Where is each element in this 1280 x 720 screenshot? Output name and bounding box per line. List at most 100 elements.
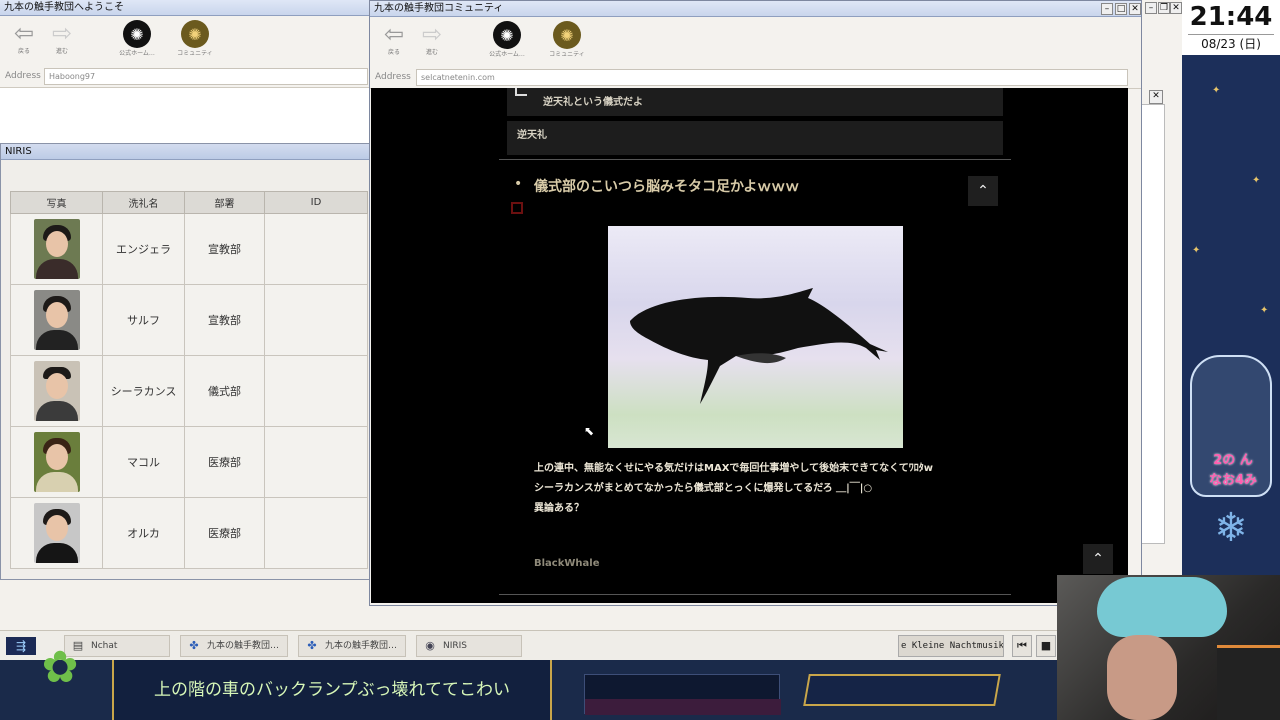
name-cell: オルカ (102, 497, 185, 569)
welcome-titlebar[interactable]: 九本の触手教団へようこそ (0, 0, 371, 16)
reply-item: 逆天礼 (507, 121, 1003, 155)
collapse-chevron-icon[interactable]: ⌃ (968, 176, 998, 206)
dept-cell: 儀式部 (184, 355, 265, 427)
previous-icon[interactable]: ⏮ (1012, 635, 1032, 657)
niris-titlebar[interactable]: NIRIS (1, 144, 371, 160)
official-home-button[interactable]: ✺ 公式ホーム… (482, 21, 532, 58)
official-home-label: 公式ホーム… (489, 51, 525, 58)
stop-icon[interactable]: ■ (1036, 635, 1056, 657)
id-cell (264, 426, 368, 498)
back-label: 戻る (17, 48, 30, 55)
cactus-mascot-icon: ✿ (41, 642, 79, 693)
photo-cell (10, 355, 103, 427)
whale-image (608, 226, 903, 448)
forum-content: 逆天礼という儀式だよ 逆天礼 • 儀式部のこいつら脳みそタコ足かよｗｗｗ ⌃ 上… (371, 88, 1128, 603)
music-player[interactable]: e Kleine Nachtmusik _ (898, 635, 1004, 657)
taskbar-item[interactable]: ✤ 九本の触手教団… (298, 635, 406, 657)
post-author[interactable]: BlackWhale (534, 558, 599, 569)
browser-icon: ✤ (307, 639, 317, 652)
table-row[interactable]: エンジェラ 宣教部 (10, 213, 368, 285)
id-cell (264, 213, 368, 285)
forward-button[interactable]: ⇨ 進む (40, 20, 84, 55)
name-cell: マコル (102, 426, 185, 498)
official-home-button[interactable]: ✺ 公式ホーム… (112, 20, 162, 57)
close-icon[interactable]: ✕ (1149, 90, 1163, 104)
community-label: コミュニティ (549, 51, 585, 58)
address-label: Address (5, 71, 41, 81)
dept-cell: 医療部 (184, 497, 265, 569)
community-title: 九本の触手教団コミュニティ (374, 3, 504, 14)
star-icon: ✦ (1252, 175, 1261, 186)
game-preview (584, 674, 781, 715)
photo-cell (10, 284, 103, 356)
restore-icon[interactable]: ❐ (1158, 2, 1170, 14)
table-row[interactable]: オルカ 医療部 (10, 497, 368, 569)
name-cell: サルフ (102, 284, 185, 356)
id-cell (264, 497, 368, 569)
id-cell (264, 284, 368, 356)
clock-date: 08/23 (日) (1188, 34, 1274, 52)
scroll-top-icon[interactable]: ⌃ (1083, 544, 1113, 574)
hand (1107, 635, 1177, 720)
stream-subtitle: 上の階の車のバックランプぶっ壊れててこわい (112, 660, 552, 720)
background-window: – ❐ ✕ ✕ (1140, 0, 1182, 580)
scrollbar[interactable] (1141, 104, 1165, 544)
col-department[interactable]: 部署 (184, 191, 265, 214)
community-address-bar: Address selcatnetenin.com (370, 67, 1141, 89)
col-id[interactable]: ID (264, 191, 368, 214)
keyboard (1217, 645, 1280, 720)
maximize-icon[interactable]: □ (1115, 3, 1127, 15)
taskbar: ⇶ ▤ Nchat ✤ 九本の触手教団… ✤ 九本の触手教団… ◉ NIRIS e Kl… (0, 630, 1060, 660)
badge-top-text: 2の ん (1213, 453, 1253, 468)
table-row[interactable]: サルフ 宣教部 (10, 284, 368, 356)
bookmark-icon[interactable] (511, 202, 523, 214)
minimize-icon[interactable]: – (1101, 3, 1113, 15)
clock-time: 21:44 (1189, 2, 1273, 32)
dept-cell: 宣教部 (184, 213, 265, 285)
address-input[interactable]: Haboong97 (44, 68, 368, 85)
welcome-title: 九本の触手教団へようこそ (4, 2, 124, 13)
taskbar-item-label: NIRIS (443, 641, 468, 651)
community-button[interactable]: ✺ コミュニティ (542, 21, 592, 58)
divider (499, 594, 1011, 595)
reply-item: 逆天礼という儀式だよ (507, 88, 1003, 116)
taskbar-item[interactable]: ✤ 九本の触手教団… (180, 635, 288, 657)
plush-toy (1097, 577, 1227, 637)
clock-panel: 21:44 08/23 (日) (1182, 0, 1280, 55)
col-photo[interactable]: 写真 (10, 191, 103, 214)
reply-text: 逆天礼 (517, 130, 547, 141)
reply-text: 逆天礼という儀式だよ (543, 97, 643, 108)
star-icon: ✦ (1192, 245, 1201, 256)
browser-icon: ✤ (189, 639, 199, 652)
col-baptism-name[interactable]: 洗礼名 (102, 191, 185, 214)
forward-button[interactable]: ⇨ 進む (410, 21, 454, 56)
mouse-cursor-icon: ⬉ (584, 424, 595, 438)
taskbar-item[interactable]: ◉ NIRIS (416, 635, 522, 657)
id-cell (264, 355, 368, 427)
forward-label: 進む (425, 49, 438, 56)
close-icon[interactable]: ✕ (1170, 2, 1182, 14)
photo-cell (10, 426, 103, 498)
name-cell: シーラカンス (102, 355, 185, 427)
community-emblem-icon: ✺ (553, 21, 581, 49)
stream-side-panel: ✦ ✦ ✦ ✦ 2の ん なお4み ❄ (1182, 55, 1280, 575)
niris-icon: ◉ (425, 639, 435, 652)
minimize-icon[interactable]: – (1145, 2, 1157, 14)
back-label: 戻る (387, 49, 400, 56)
close-icon[interactable]: ✕ (1129, 3, 1141, 15)
star-icon: ✦ (1212, 85, 1221, 96)
post-bullet: • (514, 176, 523, 192)
reply-corner-icon (515, 88, 527, 96)
cult-emblem-icon: ✺ (493, 21, 521, 49)
divider (499, 159, 1011, 160)
welcome-toolbar: ⇦ 戻る ⇨ 進む ✺ 公式ホーム… ✺ コミュニティ (0, 16, 371, 66)
table-row[interactable]: マコル 医療部 (10, 426, 368, 498)
photo-cell (10, 213, 103, 285)
table-row[interactable]: シーラカンス 儀式部 (10, 355, 368, 427)
community-titlebar[interactable]: 九本の触手教団コミュニティ – □ ✕ (370, 1, 1141, 17)
table-header-row: 写真 洗礼名 部署 ID (10, 191, 368, 214)
avatar (33, 361, 80, 421)
photo-cell (10, 497, 103, 569)
community-button[interactable]: ✺ コミュニティ (170, 20, 220, 57)
address-input[interactable]: selcatnetenin.com (416, 69, 1128, 86)
